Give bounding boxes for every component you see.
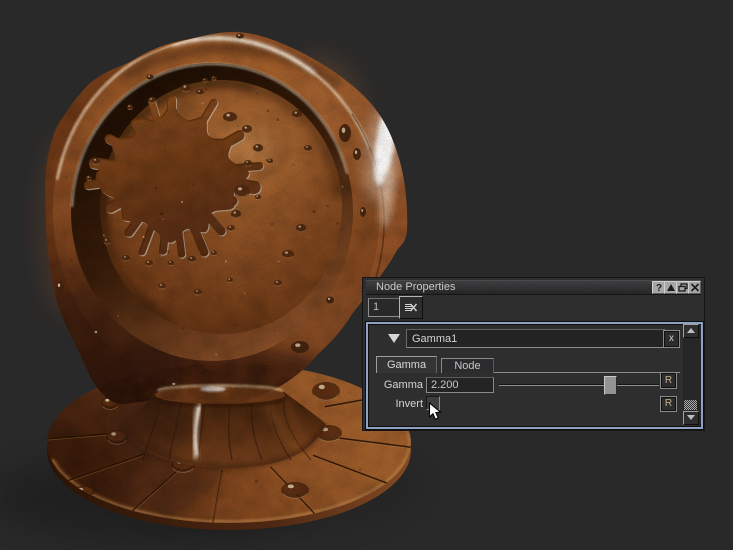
svg-text:?: ? bbox=[655, 283, 661, 293]
